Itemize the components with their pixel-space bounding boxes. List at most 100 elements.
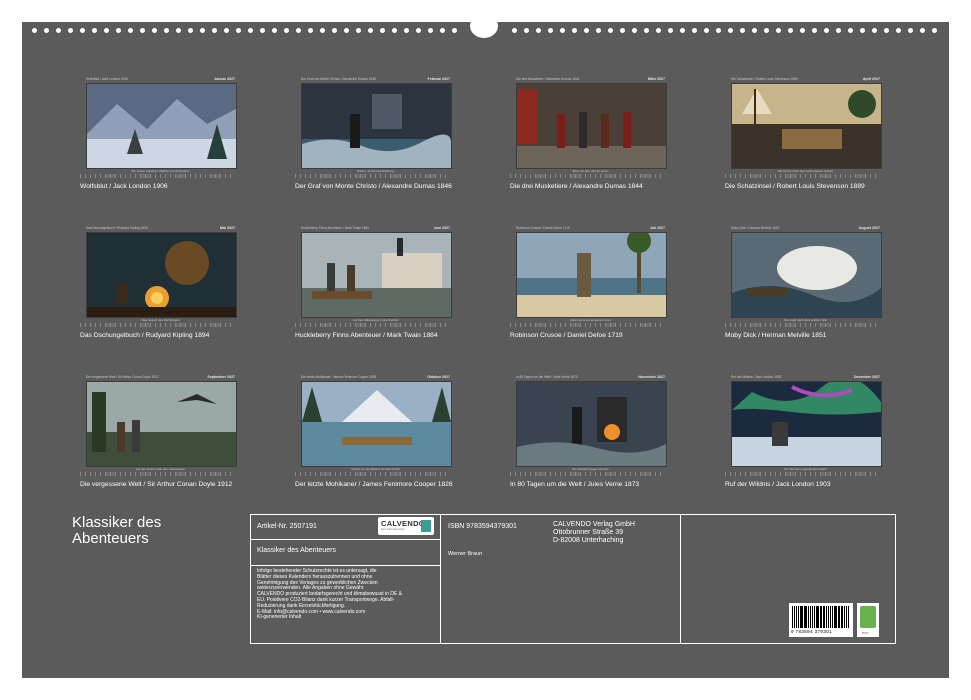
binding-hole <box>692 28 697 33</box>
barcode-bar <box>811 606 814 628</box>
binding-hole <box>308 28 313 33</box>
barcode-bar <box>803 606 805 628</box>
barcode-bar <box>832 606 834 628</box>
tile-title: Ruf der Wildnis / Jack London 1903 <box>725 481 831 488</box>
barcode-bar <box>792 606 793 628</box>
barcode-bar <box>823 606 825 628</box>
binding-hole <box>32 28 37 33</box>
day-cell <box>875 174 880 178</box>
month-tile-may: Das Dschungelbuch / Rudyard Kipling 1894… <box>80 226 237 346</box>
day-strip <box>510 472 665 476</box>
binding-hole <box>896 28 901 33</box>
binding-hole <box>284 28 289 33</box>
isbn: ISBN 9783594379301 <box>448 523 517 530</box>
month-label: Februar 2027 <box>427 77 450 81</box>
barcode-bar <box>816 606 819 628</box>
tile-description: Auf der Suche nach den Urzeitwesen <box>135 467 186 471</box>
calendar-back-sheet: Wolfsblut / Jack London 1906 Januar 2027 … <box>22 14 949 678</box>
tile-description: Rache, Verrat und Erlösung <box>357 169 394 173</box>
moby-dick-illustration <box>731 232 882 318</box>
day-strip <box>725 174 880 178</box>
day-cell <box>875 472 880 476</box>
day-strip <box>725 323 880 327</box>
treasure-island-illustration <box>731 83 882 169</box>
binding-hole <box>512 28 517 33</box>
binding-hole <box>728 28 733 33</box>
binding-hole <box>80 28 85 33</box>
eco-label: eco <box>862 630 869 635</box>
binding-hole <box>152 28 157 33</box>
back-cover-title: Klassiker des Abenteuers <box>72 514 162 547</box>
tile-caption: Die Schatzinsel / Robert Louis Stevenson… <box>731 77 798 81</box>
calendar-title: Klassiker des Abenteuers <box>257 547 336 554</box>
eco-badge: eco <box>857 603 879 637</box>
tile-title: Robinson Crusoe / Daniel Defoe 1719 <box>510 332 623 339</box>
binding-hole <box>824 28 829 33</box>
barcode-bar <box>827 606 830 628</box>
day-cell <box>445 472 450 476</box>
barcode-bar <box>821 606 823 628</box>
binding-hole <box>260 28 265 33</box>
barcode-bar <box>834 606 837 628</box>
tile-caption: Huckleberry Finns Abenteuer / Mark Twain… <box>301 226 369 230</box>
article-number: Artikel-Nr. 2507191 <box>257 523 317 530</box>
barcode: 9 783594 379301 <box>789 603 853 637</box>
month-tile-june: Huckleberry Finns Abenteuer / Mark Twain… <box>295 226 452 346</box>
tile-description: Ein Leben zwischen Wildnis und Zivilisat… <box>131 169 190 173</box>
month-label: Januar 2027 <box>214 77 235 81</box>
tile-description: Das Gesetz des Dschungels <box>141 318 180 322</box>
eighty-days-illustration <box>516 381 667 467</box>
publisher-street: Ottobrunner Straße 39 <box>553 529 624 536</box>
binding-hole <box>644 28 649 33</box>
binding-hole <box>212 28 217 33</box>
barcode-bar <box>800 606 803 628</box>
binding-hole <box>296 28 301 33</box>
month-tile-september: Die vergessene Welt / Sir Arthur Conan D… <box>80 375 237 495</box>
tile-title: Die Schatzinsel / Robert Louis Stevenson… <box>725 183 865 190</box>
legal-line: KI-generierter Inhalt <box>257 614 302 621</box>
tile-description: Auf dem Mississippi in die Freiheit <box>352 318 399 322</box>
author: Werner Braun <box>448 551 483 557</box>
tile-title: Die vergessene Welt / Sir Arthur Conan D… <box>80 481 233 488</box>
barcode-bar <box>825 606 827 628</box>
binding-hole <box>248 28 253 33</box>
binding-hole <box>848 28 853 33</box>
binding-hole <box>716 28 721 33</box>
binding-hole <box>164 28 169 33</box>
binding-hole <box>620 28 625 33</box>
tile-title: Der letzte Mohikaner / James Fenimore Co… <box>295 481 453 488</box>
binding-hole <box>140 28 145 33</box>
tile-caption: Moby Dick / Herman Melville 1851 <box>731 226 780 230</box>
barcode-bar <box>805 606 808 628</box>
barcode-bar <box>843 606 845 628</box>
barcode-bar <box>814 606 816 628</box>
tile-description: Kampf um die Wildnis Nordamerikas <box>351 467 400 471</box>
binding-hole <box>176 28 181 33</box>
day-strip <box>295 323 450 327</box>
logo-subtext: Dein Kalenderverlag <box>381 528 405 531</box>
binding-hole <box>584 28 589 33</box>
day-strip <box>510 174 665 178</box>
binding-hole <box>320 28 325 33</box>
binding-hole <box>452 28 457 33</box>
binding-hole <box>92 28 97 33</box>
month-tile-december: Ruf der Wildnis / Jack London 1903 Dezemb… <box>725 375 882 495</box>
binding-hole <box>704 28 709 33</box>
tile-description: Ein Wettlauf gegen die Zeit <box>572 467 609 471</box>
day-strip <box>295 174 450 178</box>
day-cell <box>230 323 235 327</box>
tile-caption: Die drei Musketiere / Alexandre Dumas 18… <box>516 77 580 81</box>
binding-hole <box>200 28 205 33</box>
month-tile-october: Der letzte Mohikaner / James Fenimore Co… <box>295 375 453 495</box>
info-block: Artikel-Nr. 2507191 CALVENDO Dein Kalend… <box>250 514 896 644</box>
storm-castle-illustration <box>301 83 452 169</box>
tile-description: Einer für alle, alle für einen <box>572 169 609 173</box>
publisher-name: CALVENDO Verlag GmbH <box>553 521 635 528</box>
barcode-bars <box>792 606 850 628</box>
binding-hole <box>872 28 877 33</box>
binding-hole <box>368 28 373 33</box>
musketeers-illustration <box>516 83 667 169</box>
binding-hole <box>656 28 661 33</box>
month-tile-august: Moby Dick / Herman Melville 1851 August 2… <box>725 226 882 346</box>
binding-hole <box>632 28 637 33</box>
